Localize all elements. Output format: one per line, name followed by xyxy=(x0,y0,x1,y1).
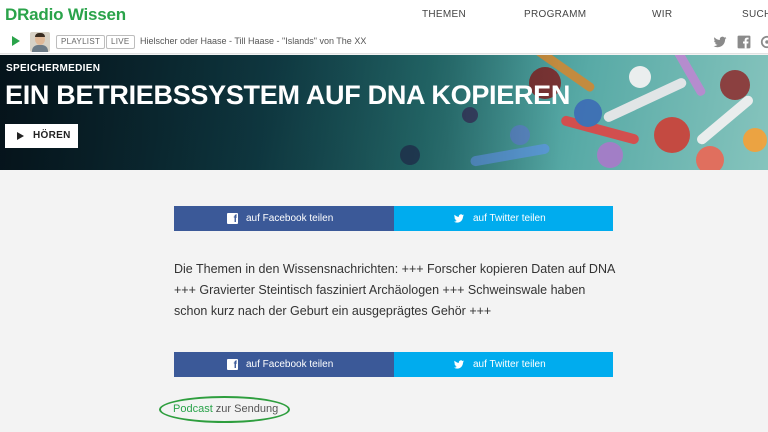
share-facebook-button[interactable]: f auf Facebook teilen xyxy=(174,352,394,377)
share-facebook-label: auf Facebook teilen xyxy=(246,213,334,224)
facebook-icon: f xyxy=(227,359,238,371)
host-avatar xyxy=(30,32,50,52)
site-logo[interactable]: DRadio Wissen xyxy=(5,5,126,25)
share-twitter-button[interactable]: auf Twitter teilen xyxy=(394,352,613,377)
facebook-icon: f xyxy=(227,213,238,225)
share-bar-bottom: f auf Facebook teilen auf Twitter teilen xyxy=(174,352,613,377)
now-playing-text: Hielscher oder Haase - Till Haase - "Isl… xyxy=(140,36,367,46)
share-facebook-label: auf Facebook teilen xyxy=(246,359,334,370)
hero-banner xyxy=(0,55,768,170)
share-twitter-button[interactable]: auf Twitter teilen xyxy=(394,206,613,231)
facebook-icon[interactable] xyxy=(737,35,751,49)
nav-item-programm[interactable]: PROGRAMM xyxy=(524,9,586,20)
live-button[interactable]: LIVE xyxy=(106,35,135,49)
share-bar-top: f auf Facebook teilen auf Twitter teilen xyxy=(174,206,613,231)
player-bar: PLAYLIST LIVE Hielscher oder Haase - Til… xyxy=(0,30,768,54)
top-navigation: DRadio Wissen THEMEN PROGRAMM WIR SUCH xyxy=(0,0,768,30)
share-facebook-button[interactable]: f auf Facebook teilen xyxy=(174,206,394,231)
article-kicker: SPEICHERMEDIEN xyxy=(6,63,101,74)
nav-item-themen[interactable]: THEMEN xyxy=(422,9,466,20)
settings-icon[interactable] xyxy=(760,35,768,49)
playlist-button[interactable]: PLAYLIST xyxy=(56,35,106,49)
article-body: Die Themen in den Wissensnachrichten: ++… xyxy=(174,262,615,318)
article-title: EIN BETRIEBSSYSTEM AUF DNA KOPIEREN xyxy=(5,80,571,110)
twitter-icon xyxy=(453,360,465,369)
nav-item-wir[interactable]: WIR xyxy=(652,9,672,20)
twitter-icon xyxy=(453,214,465,223)
play-icon[interactable] xyxy=(12,36,20,46)
twitter-icon[interactable] xyxy=(713,35,727,49)
share-twitter-label: auf Twitter teilen xyxy=(473,213,546,224)
nav-item-suche[interactable]: SUCH xyxy=(742,9,768,20)
share-twitter-label: auf Twitter teilen xyxy=(473,359,546,370)
play-icon xyxy=(17,132,24,140)
highlight-circle xyxy=(159,396,290,423)
listen-label: HÖREN xyxy=(33,130,71,141)
listen-button[interactable]: HÖREN xyxy=(5,124,78,148)
